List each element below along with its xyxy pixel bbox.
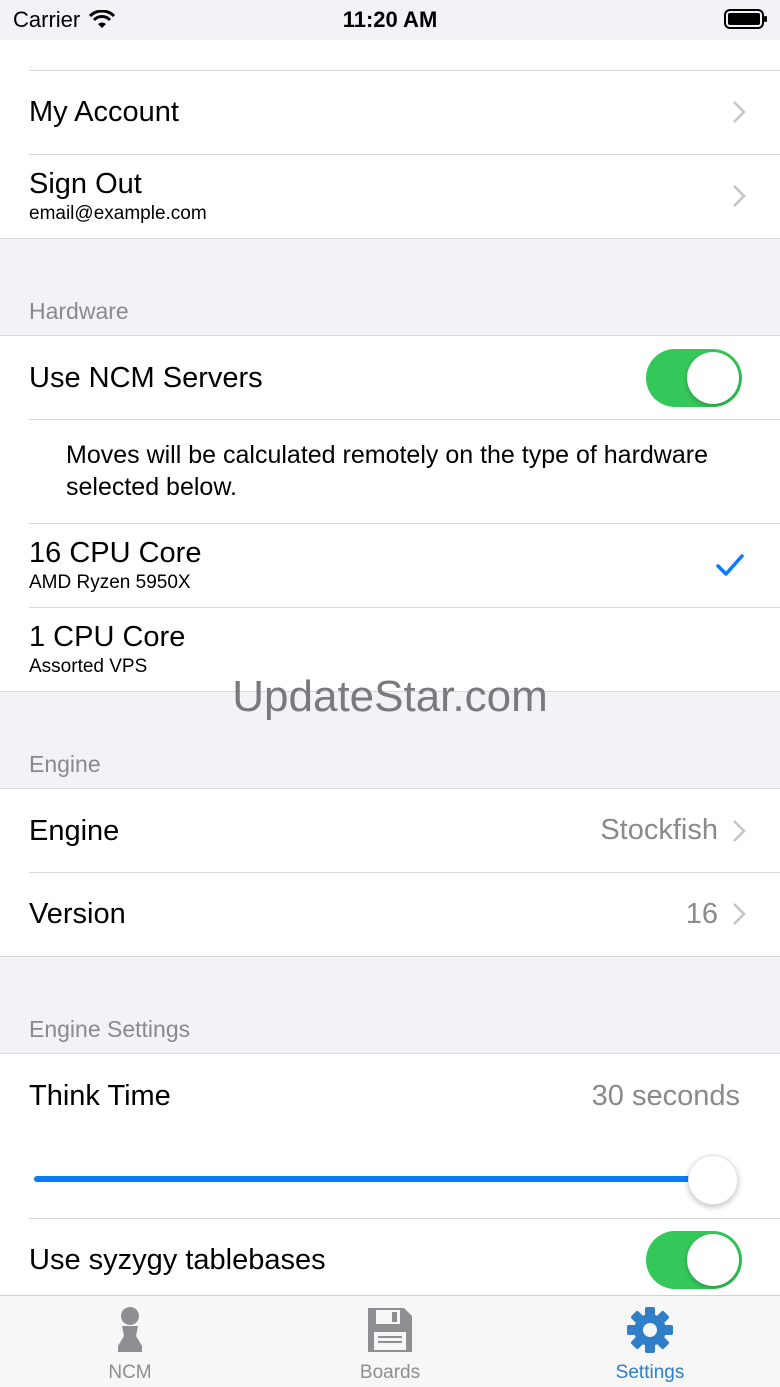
think-time-value: 30 seconds	[591, 1079, 740, 1112]
slider-track	[34, 1176, 714, 1182]
engine-group: Engine Stockfish Version 16	[0, 788, 780, 957]
use-servers-toggle[interactable]	[646, 348, 742, 407]
hardware-group: Use NCM Servers Moves will be calculated…	[0, 335, 780, 692]
hardware-option-title: 1 CPU Core	[29, 621, 186, 653]
syzygy-toggle[interactable]	[646, 1231, 742, 1289]
engine-value: Stockfish	[600, 814, 718, 846]
hardware-footnote-row: Moves will be calculated remotely on the…	[0, 419, 780, 523]
version-label: Version	[29, 898, 126, 930]
my-account-row[interactable]: My Account	[0, 70, 780, 154]
tab-settings[interactable]: Settings	[520, 1296, 780, 1387]
status-time: 11:20 AM	[342, 7, 438, 32]
engine-settings-group: Think Time 30 seconds Use syzygy tableba…	[0, 1053, 780, 1295]
think-time-row: Think Time 30 seconds	[0, 1054, 780, 1218]
checkmark-icon	[716, 554, 744, 576]
tab-label: Settings	[615, 1362, 685, 1383]
settings-scroll-view[interactable]: My Account Sign Out email@example.com Ha…	[0, 40, 780, 1295]
hidden-cell[interactable]	[0, 40, 780, 70]
hardware-option-subtitle: AMD Ryzen 5950X	[29, 572, 191, 593]
sign-out-row[interactable]: Sign Out email@example.com	[0, 154, 780, 238]
hardware-option-title: 16 CPU Core	[29, 537, 202, 569]
carrier-info: Carrier	[13, 7, 116, 33]
chevron-right-icon	[733, 185, 746, 207]
tab-boards[interactable]: Boards	[260, 1296, 520, 1387]
gear-icon	[627, 1307, 673, 1353]
use-servers-row: Use NCM Servers	[0, 336, 780, 419]
use-servers-label: Use NCM Servers	[29, 361, 263, 394]
account-email: email@example.com	[29, 203, 207, 224]
battery-icon	[724, 9, 767, 29]
tab-ncm[interactable]: NCM	[0, 1296, 260, 1387]
hardware-option-16-core[interactable]: 16 CPU Core AMD Ryzen 5950X	[0, 523, 780, 607]
slider-thumb[interactable]	[688, 1155, 738, 1205]
sign-out-label: Sign Out	[29, 168, 142, 200]
chevron-right-icon	[733, 101, 746, 123]
syzygy-label: Use syzygy tablebases	[29, 1244, 326, 1276]
account-group: My Account Sign Out email@example.com	[0, 40, 780, 239]
tab-label: Boards	[359, 1362, 421, 1383]
chevron-right-icon	[733, 819, 746, 842]
status-bar: Carrier 11:20 AM	[0, 0, 780, 40]
tab-label: NCM	[108, 1362, 152, 1383]
engine-settings-section-header: Engine Settings	[29, 1016, 191, 1042]
my-account-label: My Account	[29, 96, 179, 128]
version-row[interactable]: Version 16	[0, 872, 780, 956]
watermark: UpdateStar.com	[232, 672, 548, 721]
wifi-icon	[89, 10, 116, 28]
floppy-disk-icon	[368, 1308, 412, 1352]
syzygy-row: Use syzygy tablebases	[0, 1218, 780, 1295]
hardware-footnote: Moves will be calculated remotely on the…	[66, 441, 708, 501]
engine-label: Engine	[29, 814, 120, 847]
carrier-label: Carrier	[13, 7, 81, 32]
think-time-slider[interactable]	[0, 1138, 780, 1218]
chevron-right-icon	[733, 903, 746, 925]
hardware-section-header: Hardware	[29, 298, 129, 324]
pawn-icon	[118, 1307, 142, 1352]
tab-bar: NCM Boards Settings	[0, 1295, 780, 1387]
engine-row[interactable]: Engine Stockfish	[0, 789, 780, 872]
think-time-label: Think Time	[29, 1080, 171, 1112]
version-value: 16	[685, 897, 718, 930]
